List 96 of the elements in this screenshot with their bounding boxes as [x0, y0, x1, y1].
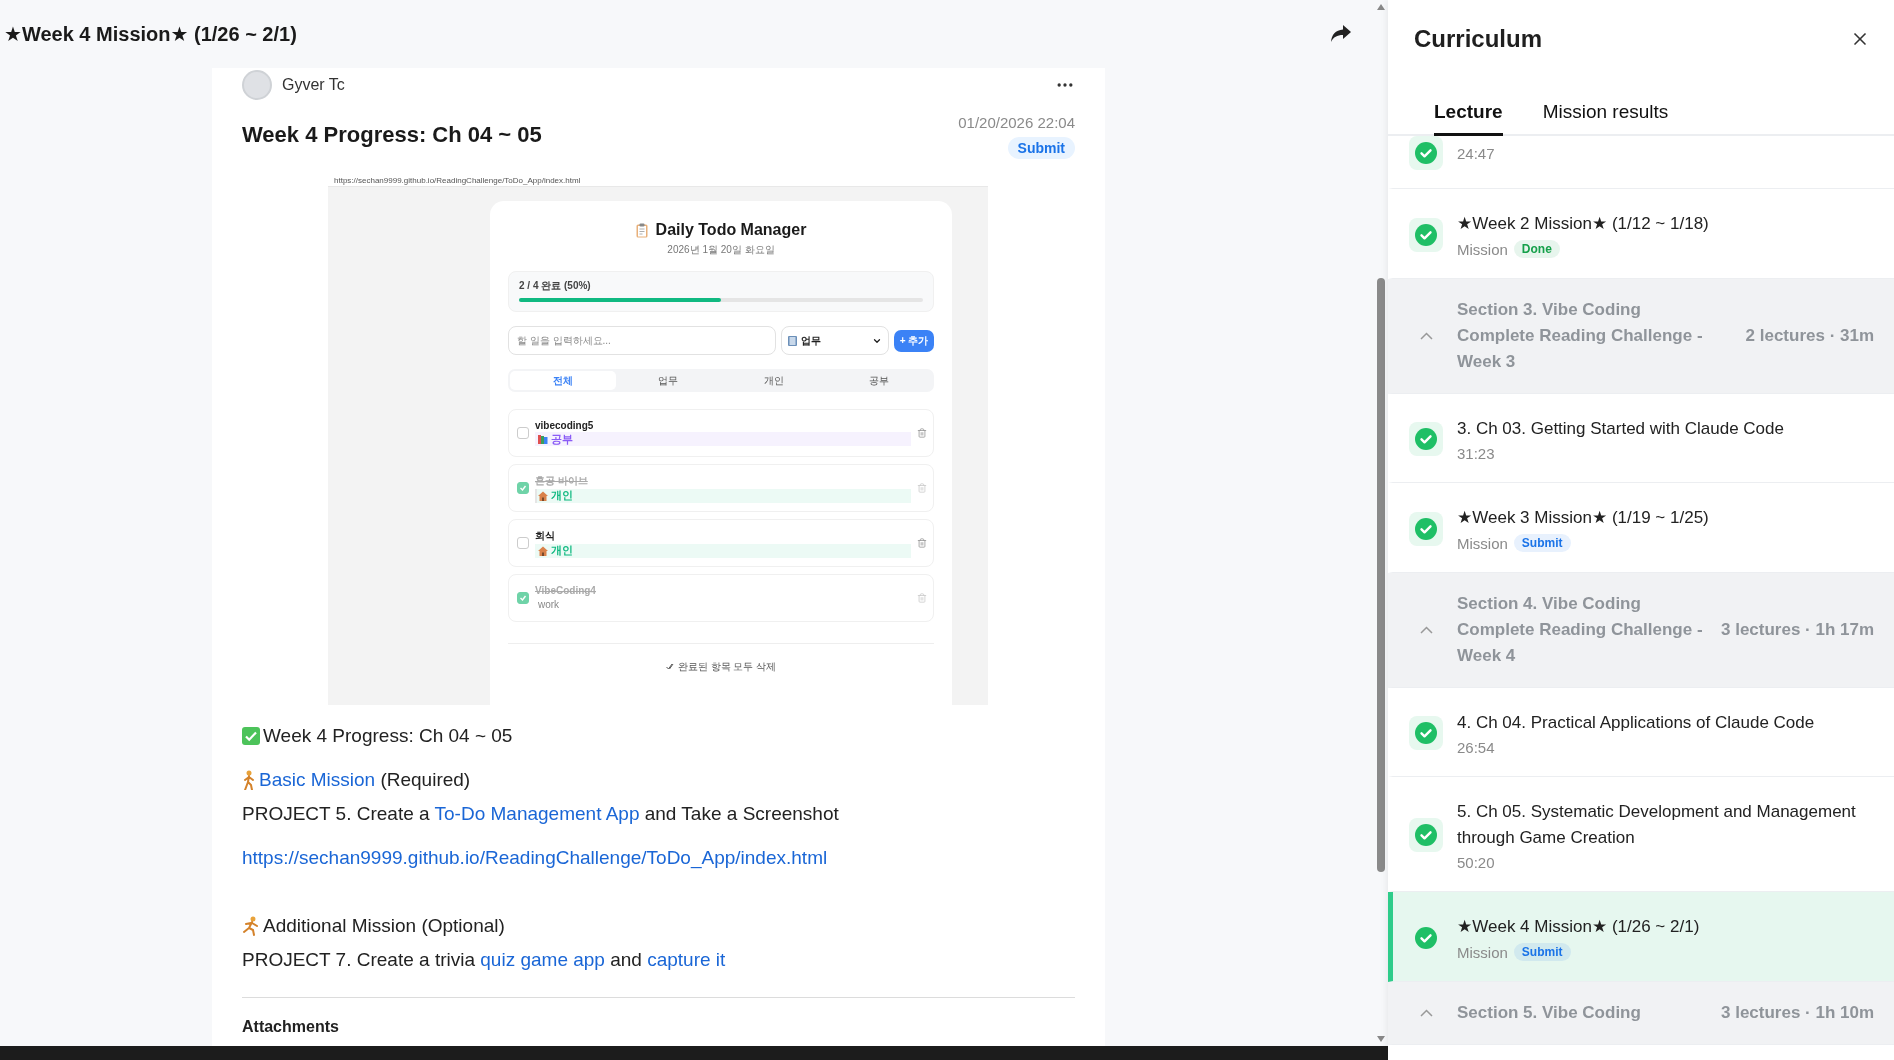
check-icon: [519, 484, 527, 492]
item-title: 3. Ch 03. Getting Started with Claude Code: [1457, 418, 1785, 440]
duration-text: 50:20: [1457, 854, 1496, 871]
lecture-item[interactable]: 5. Ch 05. Systematic Development and Management through Game Creation 50:20: [1388, 777, 1894, 892]
check-circle-icon: [1415, 926, 1437, 949]
scroll-down-icon[interactable]: [1377, 1036, 1385, 1042]
panel-title: Curriculum: [1414, 25, 1542, 53]
duration-text: 31:23: [1457, 445, 1496, 462]
scroll-up-icon[interactable]: [1377, 4, 1385, 10]
text-link[interactable]: quiz game app: [480, 949, 605, 970]
section-title: Section 5. Vibe Coding: [1457, 1002, 1642, 1024]
running-person-icon: [242, 916, 260, 936]
category-tag: 개인: [551, 543, 573, 558]
status-badge: Submit: [1513, 943, 1571, 961]
todo-input-field[interactable]: 할 일을 입력하세요...: [508, 326, 776, 355]
todo-checkbox[interactable]: [517, 592, 529, 604]
body-text: PROJECT 7. Create a trivia quiz game app and capture it: [242, 948, 726, 972]
lecture-item[interactable]: 3. Ch 03. Getting Started with Claude Code 31:23: [1388, 394, 1894, 483]
status-badge: Done: [1513, 240, 1560, 258]
item-type-label: Mission: [1457, 534, 1508, 552]
duration-text: 26:54: [1457, 739, 1496, 756]
check-circle-icon: [1415, 428, 1437, 450]
category-tag: 공부: [551, 431, 573, 447]
trash-icon[interactable]: [917, 538, 927, 548]
book-icon: [788, 335, 797, 346]
mission-item[interactable]: ★Week 4 Mission★ (1/26 ~ 2/1) Mission Submit: [1388, 892, 1894, 982]
screenshot-url: https://sechan9999.github.io/ReadingChallenge/ToDo_App/index.html: [328, 175, 988, 187]
filter-tab[interactable]: 전체: [510, 371, 616, 390]
section-meta: 3 lectures · 1h 10m: [1721, 1003, 1875, 1023]
url-link[interactable]: https://sechan9999.github.io/ReadingChallenge/ToDo_App/index.html: [242, 841, 828, 875]
post-title: Week 4 Progress: Ch 04 ~ 05: [242, 122, 542, 148]
mission-item[interactable]: ★Week 3 Mission★ (1/19 ~ 1/25) Mission Submit: [1388, 483, 1894, 573]
house-icon: [538, 545, 548, 556]
text-link[interactable]: capture it: [647, 949, 726, 970]
section-title: Section 4. Vibe Coding Complete Reading Challenge - Week 4: [1457, 593, 1704, 667]
section-meta: 2 lectures · 31m: [1745, 326, 1875, 346]
item-type-label: Mission: [1457, 240, 1508, 258]
duration-text: 24:47: [1457, 144, 1496, 162]
section-meta: 3 lectures · 1h 17m: [1721, 620, 1875, 640]
checkbox-icon: [242, 727, 260, 745]
category-select[interactable]: 업무: [781, 326, 889, 355]
item-title: 4. Ch 04. Practical Applications of Claude Code: [1457, 712, 1816, 734]
todo-checkbox[interactable]: [517, 482, 529, 494]
walking-person-icon: [242, 770, 256, 790]
double-check-icon: [665, 663, 675, 671]
todo-text: VibeCoding4: [535, 585, 597, 596]
body-text: PROJECT 5. Create a To-Do Management App and Take a Screenshot: [242, 802, 839, 826]
trash-icon[interactable]: [917, 428, 927, 438]
house-icon: [538, 490, 548, 501]
books-icon: [538, 434, 548, 444]
app-title: Daily Todo Manager: [655, 221, 807, 239]
check-circle-icon: [1415, 142, 1437, 164]
category-tag: 개인: [551, 488, 573, 503]
check-circle-icon: [1415, 824, 1437, 846]
clipboard-icon: [635, 222, 648, 238]
text-link[interactable]: To-Do Management App: [434, 803, 640, 824]
section-title: Section 3. Vibe Coding Complete Reading Challenge - Week 3: [1457, 299, 1704, 373]
page-title: ★Week 4 Mission★ (1/26 ~ 2/1): [4, 22, 297, 46]
avatar: [242, 70, 272, 100]
add-button[interactable]: + 추가: [894, 329, 934, 352]
body-text: Additional Mission (Optional): [263, 914, 505, 938]
todo-checkbox[interactable]: [517, 427, 529, 439]
item-title: ★Week 2 Mission★ (1/12 ~ 1/18): [1457, 213, 1710, 235]
check-circle-icon: [1415, 517, 1437, 540]
filter-tab[interactable]: 업무: [615, 371, 721, 390]
filter-tab[interactable]: 개인: [721, 371, 827, 390]
lecture-item[interactable]: 4. Ch 04. Practical Applications of Claude Code 26:54: [1388, 688, 1894, 777]
body-text: Basic Mission (Required): [259, 768, 471, 792]
status-badge: Submit: [1513, 534, 1571, 552]
check-circle-icon: [1415, 223, 1437, 246]
progress-text: 2 / 4 완료 (50%): [519, 279, 592, 293]
todo-text: 혼공 바이브: [535, 473, 589, 488]
attachments-label: Attachments: [242, 1018, 340, 1036]
post-date: 01/20/2026 22:04: [958, 114, 1075, 131]
item-type-label: Mission: [1457, 943, 1508, 961]
clear-completed-button[interactable]: 완료된 항목 모두 삭제: [665, 660, 777, 674]
todo-checkbox[interactable]: [517, 537, 529, 549]
panel-tab[interactable]: Mission results: [1542, 101, 1669, 136]
share-icon[interactable]: [1330, 24, 1352, 44]
app-date: 2026년 1월 20일 화요일: [666, 243, 776, 257]
item-title: ★Week 3 Mission★ (1/19 ~ 1/25): [1457, 507, 1710, 529]
item-title: ★Week 4 Mission★ (1/26 ~ 2/1): [1457, 916, 1701, 938]
filter-tab[interactable]: 공부: [826, 371, 932, 390]
mission-item[interactable]: ★Week 2 Mission★ (1/12 ~ 1/18) Mission Done: [1388, 189, 1894, 279]
trash-icon[interactable]: [917, 593, 927, 603]
check-icon: [519, 594, 527, 602]
trash-icon[interactable]: [917, 483, 927, 493]
body-text: Week 4 Progress: Ch 04 ~ 05: [263, 724, 513, 748]
item-title: 5. Ch 05. Systematic Development and Management through Game Creation: [1457, 801, 1857, 849]
author-name: Gyver Tc: [282, 76, 345, 94]
text-link[interactable]: Basic Mission: [259, 769, 376, 790]
check-circle-icon: [1415, 722, 1437, 744]
status-badge: Submit: [1007, 137, 1075, 159]
category-text: work: [538, 598, 560, 610]
todo-text: 회식: [535, 528, 556, 543]
todo-text: vibecoding5: [535, 420, 595, 431]
